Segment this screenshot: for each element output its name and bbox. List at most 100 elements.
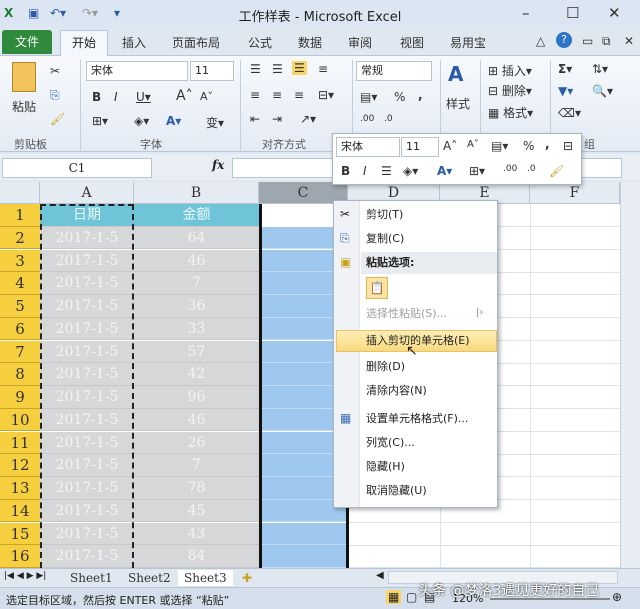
cell-b[interactable]: 33 [134,317,259,341]
doc-restore-icon[interactable]: ⧉ [602,34,611,49]
increase-indent-icon[interactable]: ⇥ [272,112,282,126]
paste-button[interactable]: 粘贴 [12,98,36,115]
column-header-f[interactable]: F [530,182,620,204]
font-size-select[interactable]: 11 [190,61,234,81]
ribbon-collapse-icon[interactable]: △ [536,34,545,48]
find-select-icon[interactable]: 🔍▾ [592,84,613,98]
select-all-corner[interactable] [0,182,40,204]
insert-function-icon[interactable]: fx [212,158,224,172]
row-header[interactable]: 1 [0,204,40,227]
format-cells-button[interactable]: ▦ 格式▾ [488,104,533,121]
align-middle-icon[interactable]: ☰ [272,62,283,76]
menu-item-insert-cut-cells[interactable]: 插入剪切的单元格(E) [366,330,470,352]
normal-view-icon[interactable]: ▦ [386,590,402,604]
zoom-in-icon[interactable]: ⊕ [612,590,622,604]
cell-b[interactable]: 36 [134,295,259,318]
cell-b[interactable]: 43 [134,522,259,545]
tab-home[interactable]: 开始 [60,30,108,56]
horizontal-scroll-left-icon[interactable]: ◀ [376,570,384,581]
page-layout-view-icon[interactable]: ▢ [406,590,417,604]
mini-accounting-icon[interactable]: ▤▾ [491,139,508,153]
help-icon[interactable]: ? [556,32,572,48]
wrap-text-icon[interactable]: ≡ [318,62,328,76]
decrease-decimal-icon[interactable]: .0 [384,114,393,124]
align-right-icon[interactable]: ≡ [294,88,304,102]
comma-icon[interactable]: , [418,88,423,102]
insert-cells-button[interactable]: ⊞ 插入▾ [488,62,532,79]
name-box[interactable]: C1 [2,158,152,178]
underline-icon[interactable]: U▾ [136,90,151,104]
mini-italic-icon[interactable]: I [363,164,367,178]
cell-b[interactable]: 46 [134,408,259,432]
orientation-icon[interactable]: ↗▾ [300,112,316,126]
cut-icon[interactable]: ✂ [50,64,60,78]
accounting-icon[interactable]: ▤▾ [360,90,377,104]
align-center-icon[interactable]: ≡ [272,88,282,102]
cell-b[interactable]: 84 [134,545,259,568]
percent-icon[interactable]: % [394,90,405,104]
bold-icon[interactable]: B [92,90,101,104]
vertical-scrollbar[interactable] [620,182,640,568]
styles-icon[interactable]: A [448,62,463,86]
minimize-button[interactable]: – [522,4,530,22]
align-top-icon[interactable]: ☰ [250,62,261,76]
column-header-b[interactable]: B [134,182,259,204]
cell-b[interactable]: 96 [134,386,259,409]
cell-c-selected[interactable] [262,545,348,568]
tab-page-layout[interactable]: 页面布局 [172,34,220,51]
mini-increase-decimal-icon[interactable]: .00 [503,164,517,174]
cell-c-selected[interactable] [262,522,348,545]
sheet-tab-sheet2[interactable]: Sheet2 [122,570,177,586]
mini-borders-icon[interactable]: ⊞▾ [469,164,485,178]
cell-b[interactable]: 7 [134,454,259,477]
close-button[interactable]: ✕ [608,4,621,22]
column-header-a[interactable]: A [40,182,134,204]
sheet-nav-icons[interactable]: |◀ ◀ ▶ ▶| [4,571,46,581]
copy-icon[interactable]: ⎘ [50,88,60,103]
decrease-indent-icon[interactable]: ⇤ [250,112,260,126]
cell-b[interactable]: 57 [134,340,259,363]
format-painter-icon[interactable]: 🖌 [50,112,65,126]
row-header[interactable]: 15 [0,522,40,545]
row-header[interactable]: 6 [0,317,40,341]
fill-color-icon[interactable]: ◈▾ [134,114,149,128]
borders-icon[interactable]: ⊞▾ [92,114,108,128]
menu-item-format-cells[interactable]: 设置单元格格式(F)... [366,408,468,430]
menu-item-unhide[interactable]: 取消隐藏(U) [366,480,427,502]
mini-shrink-font-icon[interactable]: A˅ [467,139,479,150]
doc-close-icon[interactable]: ✕ [624,34,634,48]
mini-decrease-decimal-icon[interactable]: .0 [527,164,536,174]
insert-sheet-icon[interactable]: ✚ [236,570,258,586]
cell-b[interactable]: 45 [134,499,259,523]
row-header[interactable]: 16 [0,545,40,568]
phonetic-icon[interactable]: 变▾ [206,114,224,131]
tab-view[interactable]: 视图 [400,34,424,51]
row-header[interactable]: 11 [0,431,40,454]
italic-icon[interactable]: I [114,90,118,104]
row-header[interactable]: 4 [0,272,40,295]
grow-font-icon[interactable]: A˄ [176,88,193,104]
increase-decimal-icon[interactable]: .00 [360,114,374,124]
fill-icon[interactable]: ▼▾ [558,84,573,98]
tab-file[interactable]: 文件 [2,30,52,54]
mini-grow-font-icon[interactable]: A˄ [443,139,457,153]
mini-bold-icon[interactable]: B [341,164,350,178]
number-format-select[interactable]: 常规 [356,61,432,81]
row-header[interactable]: 2 [0,226,40,250]
cell-b[interactable]: 7 [134,272,259,295]
paste-icon[interactable] [12,62,36,92]
autosum-icon[interactable]: Σ▾ [558,62,572,76]
menu-item-column-width[interactable]: 列宽(C)... [366,432,415,454]
tab-yiyongbao[interactable]: 易用宝 [450,34,486,51]
cell-b[interactable]: 26 [134,431,259,454]
mini-format-painter-icon[interactable]: 🖌 [549,164,564,178]
shrink-font-icon[interactable]: A˅ [200,90,213,103]
sheet-tab-sheet1[interactable]: Sheet1 [64,570,119,586]
font-color-icon[interactable]: A▾ [166,114,181,128]
clear-icon[interactable]: ⌫▾ [558,106,581,120]
delete-cells-button[interactable]: ⊟ 删除▾ [488,82,532,99]
paste-option-paste-icon[interactable]: 📋 [366,277,388,299]
menu-item-delete[interactable]: 删除(D) [366,356,405,378]
doc-minimize-icon[interactable]: ▭ [582,34,593,48]
row-header[interactable]: 14 [0,499,40,523]
